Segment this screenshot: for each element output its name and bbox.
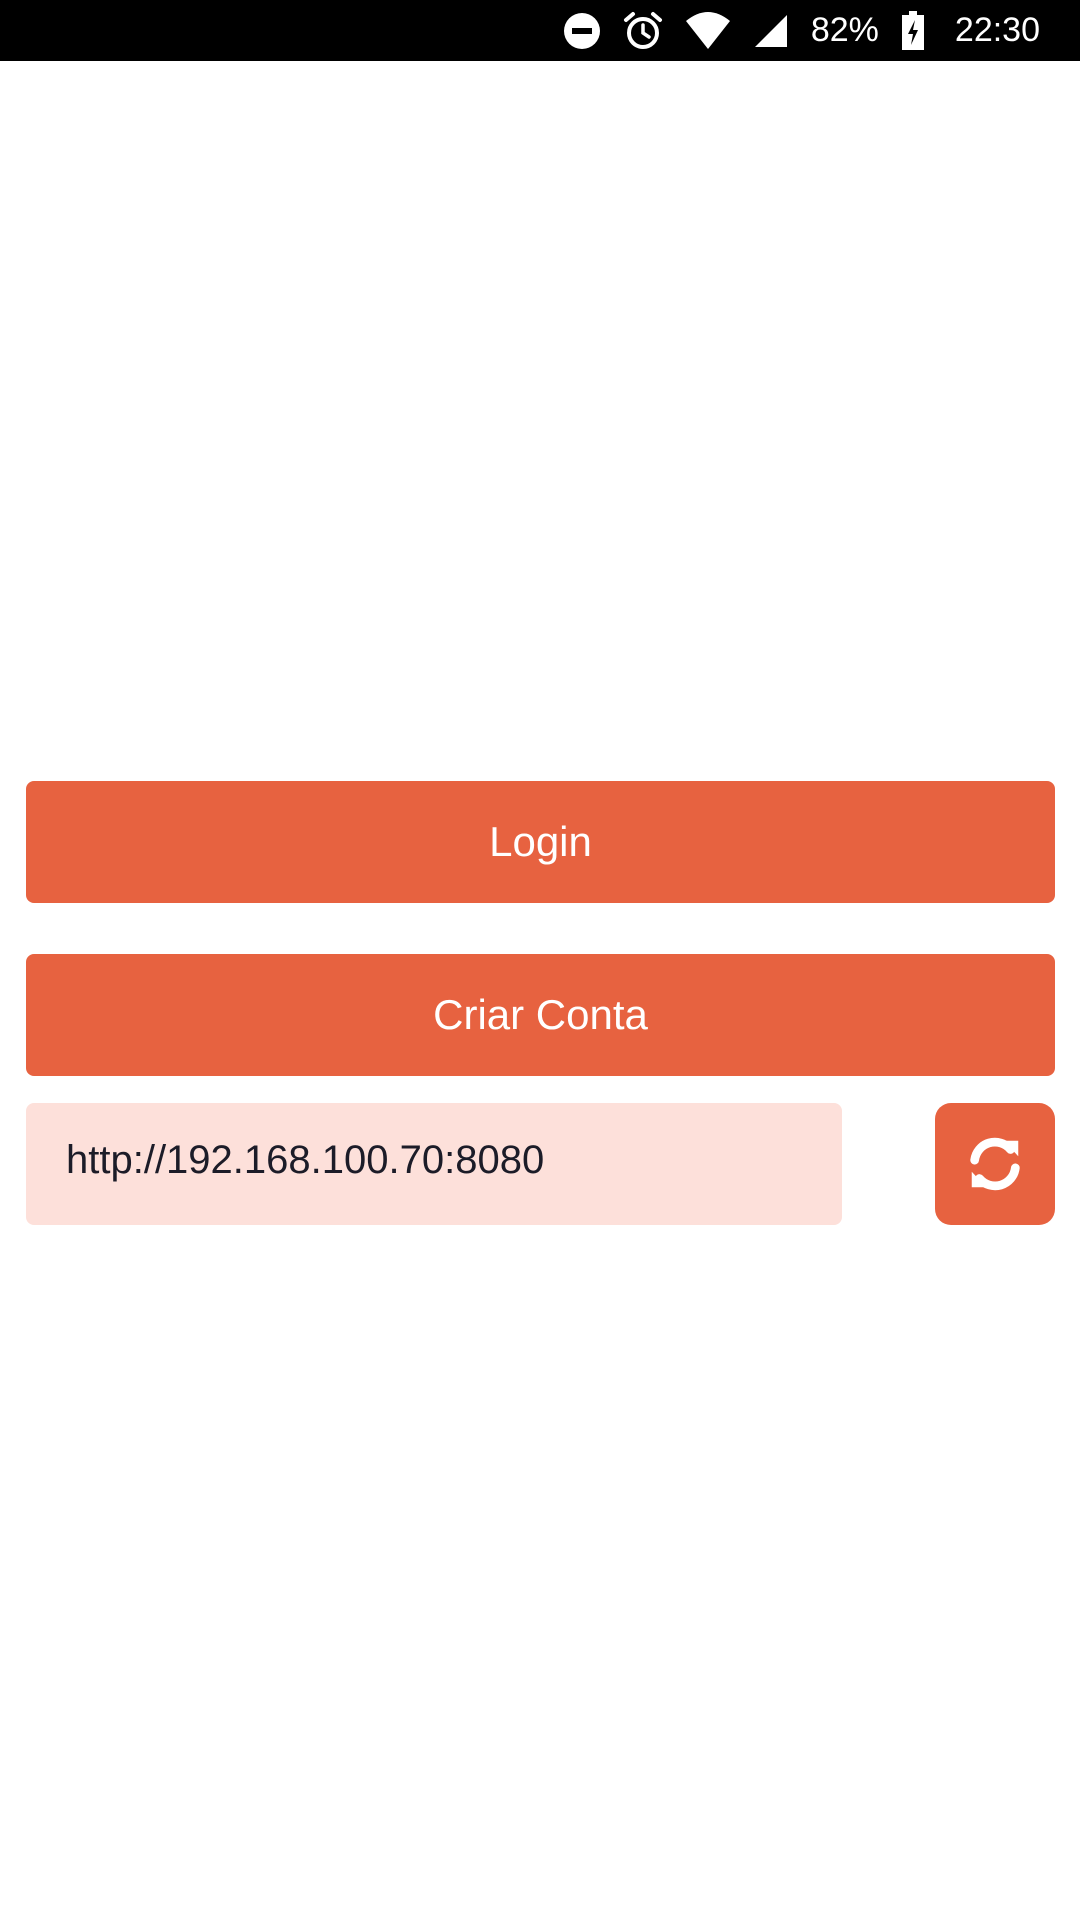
server-url-input[interactable]: [66, 1137, 842, 1183]
alarm-icon: [623, 11, 663, 51]
battery-percent: 82%: [810, 11, 879, 49]
server-url-field[interactable]: [26, 1103, 842, 1225]
login-button[interactable]: Login: [26, 781, 1055, 903]
battery-charging-icon: [901, 10, 925, 51]
refresh-icon: [964, 1133, 1026, 1195]
wifi-icon: [685, 11, 731, 51]
create-account-button[interactable]: Criar Conta: [26, 954, 1055, 1076]
status-bar: 82% 22:30: [0, 0, 1080, 61]
clock: 22:30: [954, 11, 1040, 49]
do-not-disturb-icon: [563, 12, 601, 50]
signal-icon: [753, 13, 789, 49]
refresh-button[interactable]: [935, 1103, 1055, 1225]
status-icons: 82% 22:30: [541, 0, 1040, 61]
